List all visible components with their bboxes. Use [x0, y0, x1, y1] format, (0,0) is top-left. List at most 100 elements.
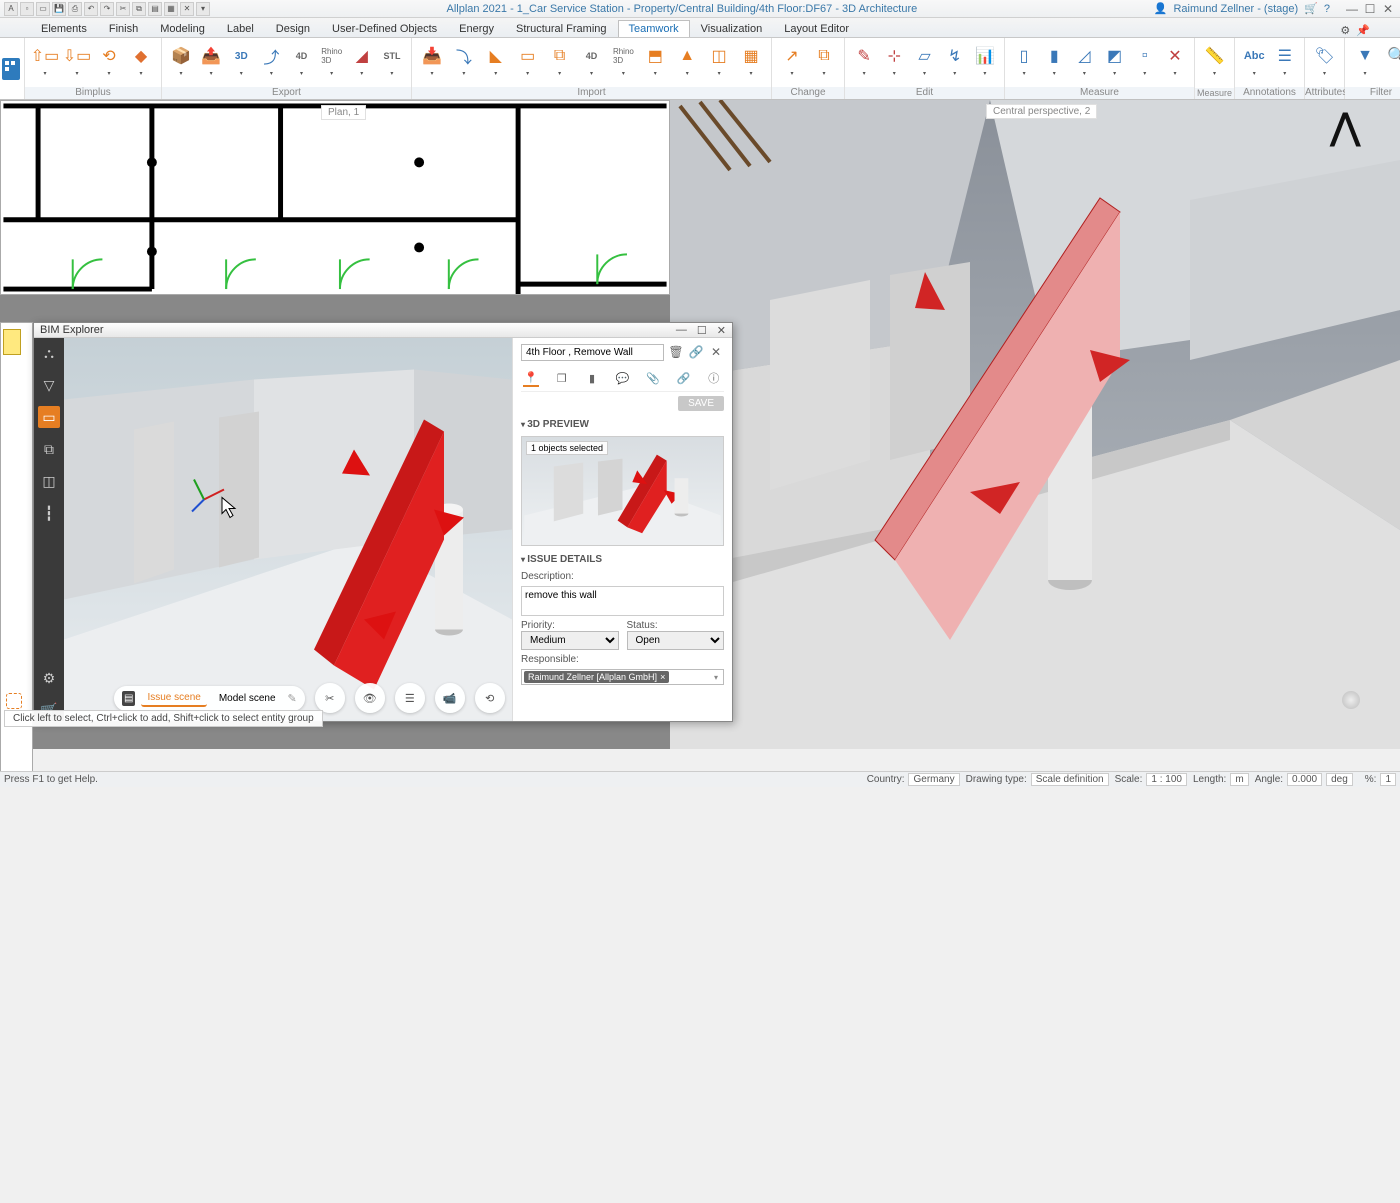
qat-dropdown-icon[interactable]: ▾: [196, 2, 210, 16]
bim-tool-clip-icon[interactable]: ⧉: [38, 438, 60, 460]
viewport-plan[interactable]: Plan, 1: [0, 100, 670, 295]
bim-layers-icon[interactable]: ☰: [395, 683, 425, 713]
bim-edit-scene-icon[interactable]: ✎: [288, 692, 297, 705]
change-copy-button[interactable]: ⧉▾: [810, 44, 838, 84]
export-rhino-button[interactable]: Rhino3D▾: [319, 44, 345, 84]
import-obj-button[interactable]: ▲▾: [673, 44, 701, 84]
issue-tab-pin-icon[interactable]: 📍: [523, 369, 539, 387]
user-name[interactable]: Raimund Zellner - (stage): [1173, 3, 1298, 15]
measure-volume-button[interactable]: ◩▾: [1102, 44, 1128, 84]
cart-icon[interactable]: 🛒: [1304, 2, 1318, 15]
section-issue-details[interactable]: ISSUE DETAILS: [521, 550, 724, 567]
qat-open-icon[interactable]: ▭: [36, 2, 50, 16]
import-xref-button[interactable]: ⧉▾: [546, 44, 574, 84]
bim-tab-issue-scene[interactable]: Issue scene: [141, 690, 206, 707]
measure-area-button[interactable]: ▮▾: [1041, 44, 1067, 84]
length-value[interactable]: m: [1230, 773, 1248, 786]
bimplus-upload-button[interactable]: ⇧▭▾: [31, 44, 59, 84]
measure-coord-button[interactable]: ▫▾: [1132, 44, 1158, 84]
qat-redo-icon[interactable]: ↷: [100, 2, 114, 16]
bim-tool-section-icon[interactable]: ◫: [38, 470, 60, 492]
issue-close-icon[interactable]: ✕: [708, 345, 724, 361]
measure-distance-button[interactable]: ▯▾: [1011, 44, 1037, 84]
close-button[interactable]: ✕: [1380, 2, 1396, 16]
export-4d-button[interactable]: 4D▾: [289, 44, 315, 84]
bimplus-issue-button[interactable]: ◆▾: [127, 44, 155, 84]
bim-tool-filter-icon[interactable]: ▽: [38, 374, 60, 396]
status-select[interactable]: Open: [627, 631, 725, 650]
import-landxml-button[interactable]: ▦▾: [737, 44, 765, 84]
qat-save-icon[interactable]: 💾: [52, 2, 66, 16]
import-rhino-button[interactable]: Rhino3D▾: [609, 44, 637, 84]
priority-select[interactable]: Medium: [521, 631, 619, 650]
import-pts-button[interactable]: ◫▾: [705, 44, 733, 84]
export-3d-button[interactable]: 3D▾: [228, 44, 254, 84]
minimize-button[interactable]: —: [1344, 2, 1360, 16]
tab-structural-framing[interactable]: Structural Framing: [505, 20, 617, 37]
edit-graph-button[interactable]: ↯▾: [942, 44, 968, 84]
issue-3d-preview[interactable]: 1 objects selected: [521, 436, 724, 546]
qat-undo-icon[interactable]: ↶: [84, 2, 98, 16]
bim-tool-issues-icon[interactable]: ▭: [38, 406, 60, 428]
export-stl-button[interactable]: STL▾: [379, 44, 405, 84]
import-ifc-button[interactable]: 📥▾: [418, 44, 446, 84]
measure-angle-button[interactable]: ◿▾: [1071, 44, 1097, 84]
bimplus-download-button[interactable]: ⇩▭▾: [63, 44, 91, 84]
country-value[interactable]: Germany: [908, 773, 959, 786]
responsible-select[interactable]: Raimund Zellner [Allplan GmbH]× ▾: [521, 669, 724, 685]
bim-tool-settings-icon[interactable]: ⚙: [38, 667, 60, 689]
bim-maximize-button[interactable]: ☐: [697, 324, 707, 337]
tab-modeling[interactable]: Modeling: [149, 20, 216, 37]
tab-teamwork[interactable]: Teamwork: [618, 20, 690, 37]
qat-paste-icon[interactable]: ▤: [148, 2, 162, 16]
responsible-chip-remove-icon[interactable]: ×: [660, 672, 665, 682]
tab-label[interactable]: Label: [216, 20, 265, 37]
issue-tab-highlight-icon[interactable]: ▮: [584, 369, 600, 387]
pct-value[interactable]: 1: [1380, 773, 1396, 786]
attributes-button[interactable]: 🏷▾: [1311, 44, 1338, 84]
bim-minimize-button[interactable]: —: [676, 324, 687, 337]
viewport-bottom-left[interactable]: [0, 749, 670, 1203]
angle-value[interactable]: 0.000: [1287, 773, 1322, 786]
bim-3d-viewport[interactable]: ▤ Issue scene Model scene ✎ ✂ 👁 ☰ 📹 ⟲: [64, 338, 512, 721]
issue-tab-link-icon[interactable]: 🔗: [675, 369, 691, 387]
import-dwg-button[interactable]: ⤵▾: [450, 44, 478, 84]
maximize-button[interactable]: ☐: [1362, 2, 1378, 16]
tab-design[interactable]: Design: [265, 20, 321, 37]
help-icon[interactable]: ?: [1324, 3, 1330, 15]
bimplus-sync-button[interactable]: ⟲▾: [95, 44, 123, 84]
section-3d-preview[interactable]: 3D PREVIEW: [521, 415, 724, 432]
annotation-text-button[interactable]: Abc▾: [1241, 44, 1268, 84]
drawing-tag-icon[interactable]: [3, 329, 21, 355]
issue-delete-icon[interactable]: 🗑: [668, 345, 684, 361]
bim-explorer-titlebar[interactable]: BIM Explorer — ☐ ✕: [34, 323, 732, 338]
search-button[interactable]: 🔍: [1383, 44, 1400, 84]
edit-chart-button[interactable]: 📊▾: [972, 44, 998, 84]
issue-tab-cube-icon[interactable]: ❒: [553, 369, 569, 387]
bim-camera-icon[interactable]: 📹: [435, 683, 465, 713]
issue-tab-comment-icon[interactable]: 💬: [614, 369, 630, 387]
tab-layout-editor[interactable]: Layout Editor: [773, 20, 860, 37]
bim-refresh-icon[interactable]: ⟲: [475, 683, 505, 713]
viewport-3d-perspective[interactable]: Central perspective, 2 ⋀: [670, 100, 1400, 749]
bim-tool-navigate-icon[interactable]: ⛬: [38, 342, 60, 364]
edit-modify-button[interactable]: ✎▾: [851, 44, 877, 84]
issue-tab-attach-icon[interactable]: 📎: [645, 369, 661, 387]
issue-link-icon[interactable]: 🔗: [688, 345, 704, 361]
ribbon-home-button[interactable]: [0, 38, 25, 99]
responsible-dropdown-icon[interactable]: ▾: [711, 673, 721, 682]
change-move-button[interactable]: ↗▾: [778, 44, 806, 84]
issue-name-input[interactable]: [521, 344, 664, 361]
scale-value[interactable]: 1 : 100: [1146, 773, 1187, 786]
qat-cut-icon[interactable]: ✂: [116, 2, 130, 16]
qat-print-icon[interactable]: ⎙: [68, 2, 82, 16]
bim-close-button[interactable]: ✕: [717, 324, 726, 337]
tab-user-defined-objects[interactable]: User-Defined Objects: [321, 20, 448, 37]
tab-visualization[interactable]: Visualization: [690, 20, 774, 37]
export-skp-button[interactable]: ◢▾: [349, 44, 375, 84]
issue-tab-info-icon[interactable]: ⓘ: [706, 369, 722, 387]
app-icon[interactable]: A: [4, 2, 18, 16]
tab-energy[interactable]: Energy: [448, 20, 505, 37]
measure-delete-button[interactable]: ✕▾: [1162, 44, 1188, 84]
export-ifc-button[interactable]: 📦▾: [168, 44, 194, 84]
